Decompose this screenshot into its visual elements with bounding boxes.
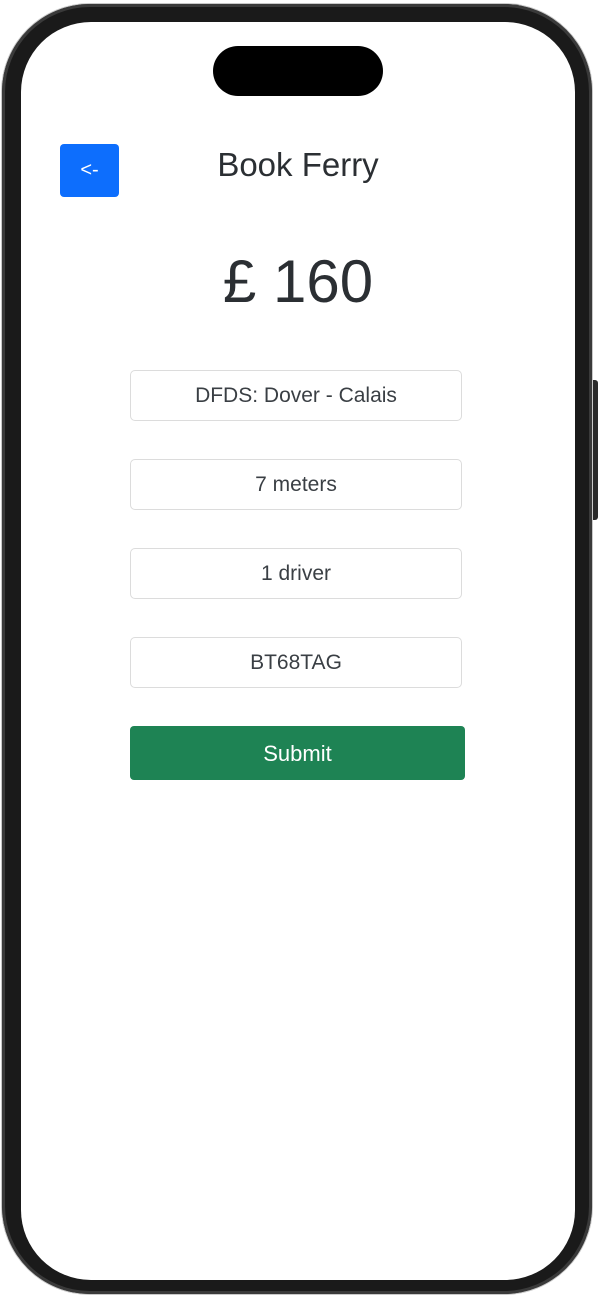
phone-side-button (593, 380, 598, 520)
vehicle-length-field[interactable] (130, 459, 462, 510)
page-title: Book Ferry (217, 146, 379, 183)
back-button[interactable]: <- (60, 144, 119, 197)
registration-field[interactable] (130, 637, 462, 688)
drivers-field[interactable] (130, 548, 462, 599)
submit-button[interactable]: Submit (130, 726, 465, 780)
dynamic-island (213, 46, 383, 96)
route-field[interactable] (130, 370, 462, 421)
price-display: £ 160 (222, 248, 374, 315)
app-screen: <- Book Ferry £ 160 Submit (21, 22, 575, 1280)
